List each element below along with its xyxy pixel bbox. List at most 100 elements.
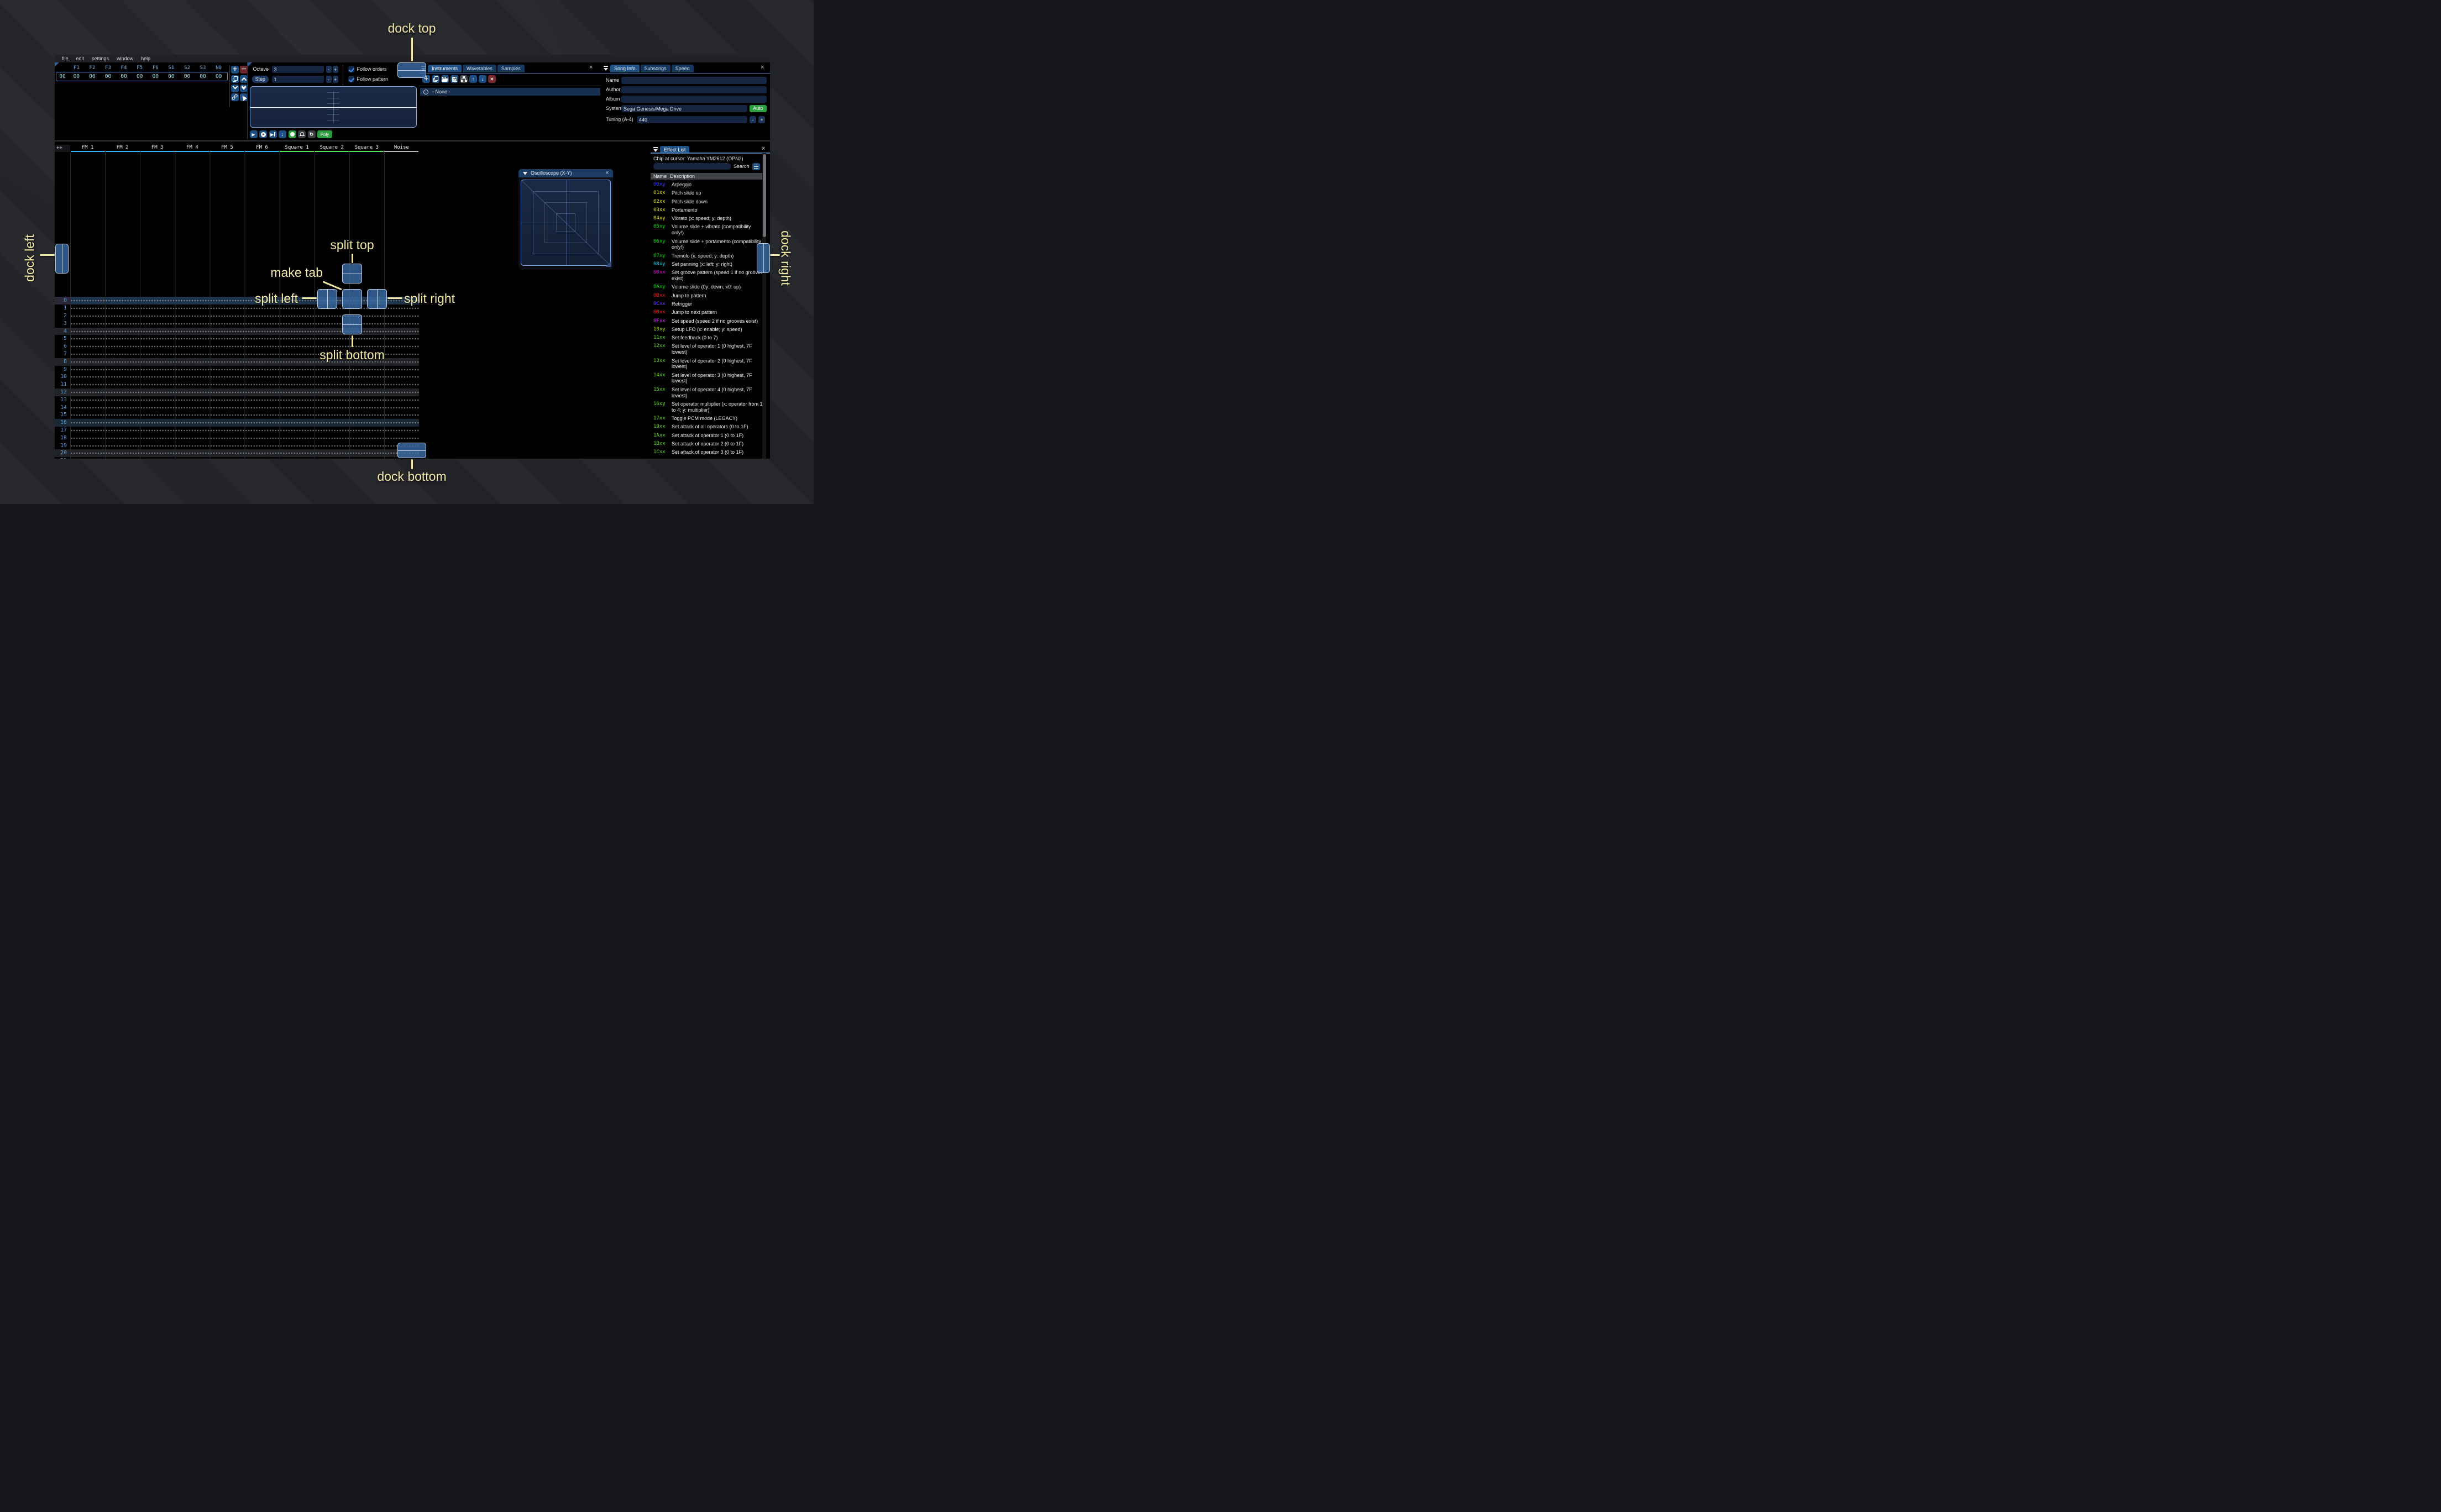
repeat-pattern-button[interactable]: ↻ [307, 130, 316, 138]
channel-header[interactable]: FM 2 [105, 145, 140, 152]
effect-row[interactable]: 15xx Set level of operator 4 (0 highest,… [653, 387, 763, 399]
close-icon[interactable]: × [761, 65, 764, 71]
system-auto-button[interactable]: Auto [750, 105, 767, 112]
effect-search-input[interactable] [653, 163, 731, 170]
order-add-button[interactable]: + [231, 65, 239, 74]
channel-header[interactable]: FM 5 [209, 145, 244, 152]
orders-selected-row[interactable]: 00 00 00 00 00 00 00 00 00 00 00 [56, 72, 228, 81]
dock-right-target[interactable] [757, 243, 770, 273]
tab-instruments[interactable]: Instruments [428, 65, 462, 72]
effect-row[interactable]: 19xx Set attack of all operators (0 to 1… [653, 424, 763, 430]
order-cell[interactable]: 00 [132, 74, 148, 80]
order-cell[interactable]: 00 [116, 74, 132, 80]
oscilloscope-xy-window[interactable]: Oscilloscope (X-Y) × [518, 169, 613, 270]
octave-input[interactable] [271, 66, 324, 73]
effect-row[interactable]: 14xx Set level of operator 3 (0 highest,… [653, 372, 763, 385]
effect-row[interactable]: 1Bxx Set attack of operator 2 (0 to 1F) [653, 441, 763, 447]
order-cell[interactable]: 00 [164, 74, 180, 80]
channel-header[interactable]: Square 2 [315, 145, 349, 152]
effect-row[interactable]: 08xy Set panning (x: left; y: right) [653, 261, 763, 267]
channel-header[interactable]: FM 3 [140, 145, 175, 152]
octave-plus-button[interactable]: + [332, 66, 338, 73]
channel-header[interactable]: FM 1 [70, 145, 105, 152]
menu-item[interactable]: help [137, 55, 154, 62]
effect-row[interactable]: 17xx Toggle PCM mode (LEGACY) [653, 416, 763, 422]
make-tab-target[interactable] [342, 289, 362, 309]
tuning-plus-button[interactable]: + [758, 116, 765, 123]
step-plus-button[interactable]: + [332, 76, 338, 83]
menu-item[interactable]: file [58, 55, 72, 62]
name-input[interactable] [621, 77, 767, 84]
order-cell[interactable]: 00 [148, 74, 164, 80]
instrument-open-button[interactable] [441, 75, 449, 83]
step-minus-button[interactable]: - [326, 76, 332, 83]
collapse-triangle-icon[interactable] [523, 171, 527, 175]
follow-pattern-label[interactable]: Follow pattern [357, 76, 389, 83]
follow-orders-label[interactable]: Follow orders [357, 66, 387, 73]
channel-header[interactable]: Square 3 [349, 145, 384, 152]
order-remove-button[interactable]: − [240, 65, 248, 74]
tab-subsongs[interactable]: Subsongs [640, 65, 671, 72]
pattern-corner-button[interactable]: ++ [55, 145, 70, 152]
split-top-target[interactable] [342, 264, 362, 284]
play-pattern-button[interactable] [259, 130, 267, 138]
order-cell[interactable]: 00 [195, 74, 211, 80]
menu-item[interactable]: window [113, 55, 137, 62]
instrument-list-item-none[interactable]: - None - [420, 88, 600, 96]
effect-row[interactable]: 04xy Vibrato (x: speed; y: depth) [653, 216, 763, 222]
effect-row[interactable]: 0Bxx Jump to pattern [653, 293, 763, 299]
effect-row[interactable]: 0Dxx Jump to next pattern [653, 309, 763, 316]
order-move-up-button[interactable] [240, 75, 248, 83]
effect-row[interactable]: 0Axy Volume slide (0y: down; x0: up) [653, 284, 763, 290]
octave-minus-button[interactable]: - [326, 66, 332, 73]
order-deep-clone-button[interactable] [231, 93, 239, 101]
dock-left-target[interactable] [55, 244, 69, 274]
channel-header[interactable]: Noise [384, 145, 419, 152]
metronome-button[interactable] [298, 130, 306, 138]
tab-samples[interactable]: Samples [497, 65, 525, 72]
instrument-save-button[interactable] [451, 75, 458, 83]
resize-grip-icon[interactable] [605, 261, 611, 267]
close-icon[interactable]: × [762, 146, 765, 152]
instrument-move-down-button[interactable]: ↓ [479, 75, 486, 83]
effect-row[interactable]: 11xx Set feedback (0 to 7) [653, 335, 763, 341]
poly-toggle-button[interactable]: Poly [317, 130, 332, 138]
oscilloscope-xy-titlebar[interactable]: Oscilloscope (X-Y) × [518, 169, 613, 177]
instrument-folder-view-button[interactable] [460, 75, 468, 83]
step-input[interactable] [271, 76, 324, 83]
effect-row[interactable]: 07xy Tremolo (x: speed; y: depth) [653, 253, 763, 259]
step-one-row-button[interactable]: ↓ [279, 130, 286, 138]
dock-bottom-target[interactable] [397, 443, 426, 458]
album-input[interactable] [621, 96, 767, 103]
play-button[interactable]: ▶ [249, 130, 258, 138]
order-cell[interactable]: 00 [179, 74, 195, 80]
follow-pattern-checkbox[interactable] [348, 76, 354, 82]
effect-row[interactable]: 02xx Pitch slide down [653, 199, 763, 205]
effect-row[interactable]: 01xx Pitch slide up [653, 190, 763, 196]
order-duplicate-button[interactable] [231, 75, 239, 83]
effect-row[interactable]: 10xy Setup LFO (x: enable; y: speed) [653, 327, 763, 333]
collapse-icon[interactable] [653, 147, 658, 152]
dock-splitter[interactable] [55, 140, 770, 141]
effect-row[interactable]: 05xy Volume slide + vibrato (compatibili… [653, 224, 763, 236]
dock-top-target[interactable] [397, 62, 426, 78]
stop-button[interactable] [288, 130, 296, 138]
order-cell[interactable]: 00 [85, 74, 101, 80]
order-move-down-button[interactable] [231, 83, 239, 92]
tab-wavetables[interactable]: Wavetables [463, 65, 496, 72]
effect-row[interactable]: 1Axx Set attack of operator 1 (0 to 1F) [653, 433, 763, 439]
system-input[interactable] [621, 105, 747, 112]
follow-orders-checkbox[interactable] [348, 66, 354, 72]
channel-header[interactable]: FM 4 [175, 145, 209, 152]
effect-row[interactable]: 13xx Set level of operator 2 (0 highest,… [653, 358, 763, 370]
effect-row[interactable]: 12xx Set level of operator 1 (0 highest,… [653, 343, 763, 355]
channel-header[interactable]: FM 6 [244, 145, 280, 152]
scrollbar-thumb[interactable] [762, 154, 766, 237]
tab-song-info[interactable]: Song Info [610, 65, 640, 72]
tab-speed[interactable]: Speed [671, 65, 694, 72]
author-input[interactable] [621, 86, 767, 93]
order-cell[interactable]: 00 [100, 74, 116, 80]
tuning-minus-button[interactable]: - [750, 116, 756, 123]
order-edit-mode-button[interactable] [240, 93, 248, 101]
menu-item[interactable]: settings [88, 55, 113, 62]
